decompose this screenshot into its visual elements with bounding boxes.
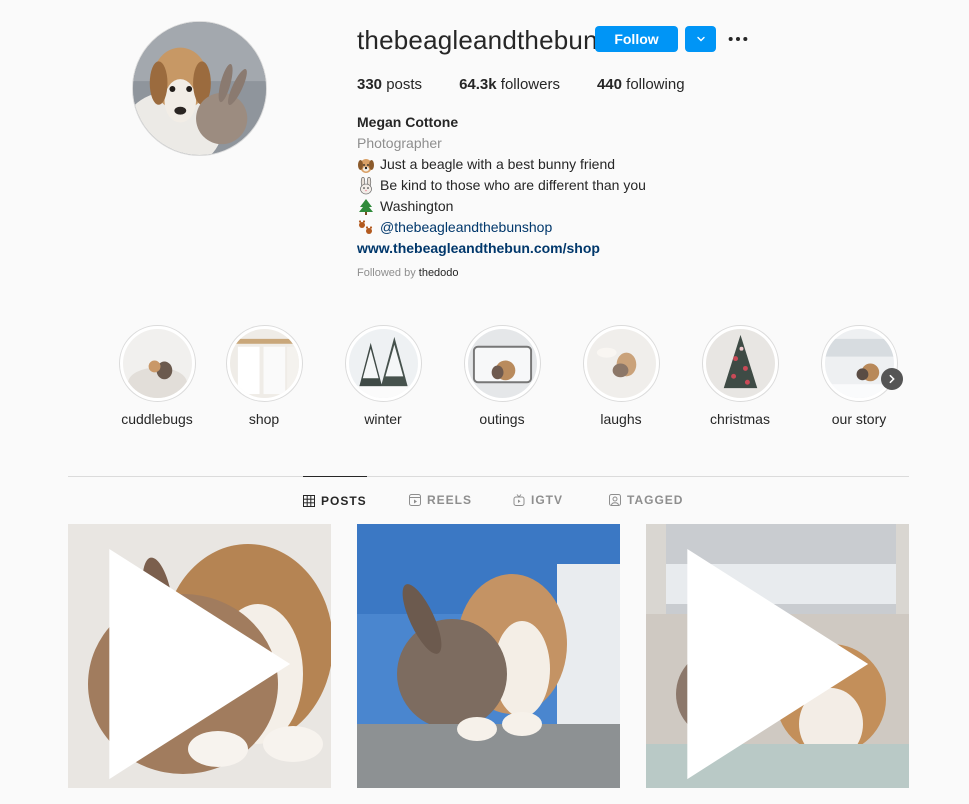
highlight-ring [344, 325, 422, 402]
highlight-cover [467, 329, 537, 398]
followers-value: 64.3k [459, 76, 497, 93]
highlight-ring [225, 325, 303, 402]
highlight-winter[interactable]: winter [333, 325, 433, 427]
chevron-right-icon [889, 374, 895, 384]
following-label: following [622, 76, 685, 93]
highlight-cover [705, 329, 775, 398]
highlight-label: our story [831, 411, 887, 427]
highlight-label: shop [248, 411, 280, 427]
tab-label: POSTS [321, 493, 367, 508]
grid-icon [303, 494, 315, 507]
highlight-cover [348, 329, 418, 398]
profile-tabs: POSTS REELS IGTV TAGGED [68, 476, 909, 524]
tab-posts[interactable]: POSTS [303, 476, 367, 524]
tab-igtv[interactable]: IGTV [513, 476, 563, 524]
more-options-button[interactable] [724, 28, 752, 50]
highlight-ring [820, 325, 898, 402]
highlight-label: christmas [710, 411, 770, 427]
bio-line: Just a beagle with a best bunny friend [357, 154, 646, 175]
followed-by-user[interactable]: thedodo [419, 267, 459, 279]
highlight-label: cuddlebugs [121, 411, 193, 427]
avatar-photo [133, 22, 266, 155]
profile-stats: 330 posts 64.3k followers 440 following [357, 76, 722, 93]
followers-label: followers [496, 76, 560, 93]
highlight-outings[interactable]: outings [452, 325, 552, 427]
tab-label: TAGGED [627, 493, 684, 507]
highlight-cover [586, 329, 656, 398]
followers-link[interactable]: 64.3k followers [459, 76, 560, 93]
highlight-christmas[interactable]: christmas [690, 325, 790, 427]
highlight-cuddlebugs[interactable]: cuddlebugs [107, 325, 207, 427]
bio-line: @thebeagleandthebunshop [357, 217, 646, 238]
highlight-label: outings [479, 411, 525, 427]
tab-tagged[interactable]: TAGGED [609, 476, 683, 524]
igtv-icon [513, 494, 525, 506]
highlights-next-button[interactable] [881, 368, 903, 390]
tab-reels[interactable]: REELS [409, 476, 472, 524]
bio-line-text: Just a beagle with a best bunny friend [380, 156, 616, 172]
highlight-label: winter [364, 411, 402, 427]
post-thumbnail[interactable] [646, 524, 909, 788]
profile-username: thebeagleandthebun [357, 25, 598, 55]
posts-grid [68, 524, 909, 788]
post-thumbnail[interactable] [357, 524, 620, 788]
tab-label: REELS [427, 493, 473, 507]
follow-button[interactable]: Follow [595, 26, 678, 52]
suggested-dropdown-button[interactable] [685, 26, 716, 52]
highlight-ring [118, 325, 196, 402]
bio-line: Washington [357, 196, 646, 217]
following-value: 440 [596, 76, 622, 93]
rabbit-face-icon [360, 176, 372, 194]
highlight-cover [824, 329, 894, 398]
profile-bio: Megan Cottone Photographer Just a beagle… [357, 112, 646, 259]
followed-by-prefix: Followed by [357, 267, 419, 279]
bio-line-text: Be kind to those who are different than … [380, 177, 646, 193]
reel-indicator-icon [109, 548, 291, 780]
posts-label: posts [382, 76, 423, 93]
tab-label: IGTV [531, 493, 564, 507]
followed-by: Followed by thedodo [357, 267, 459, 279]
website-link[interactable]: www.thebeagleandthebun.com/shop [357, 238, 646, 259]
paw-prints-icon [358, 219, 373, 234]
highlight-shop[interactable]: shop [214, 325, 314, 427]
highlight-ring [463, 325, 541, 402]
post-thumbnail[interactable] [68, 524, 331, 788]
posts-count: 330 posts [357, 76, 422, 93]
story-highlights: cuddlebugs shop winter outings laughs ch… [107, 325, 907, 435]
following-link[interactable]: 440 following [597, 76, 685, 93]
dog-face-icon [358, 158, 374, 173]
chevron-down-icon [696, 36, 705, 42]
highlight-ring [582, 325, 660, 402]
posts-value: 330 [357, 76, 383, 93]
highlight-label: laughs [600, 411, 642, 427]
profile-avatar[interactable] [132, 21, 267, 156]
full-name: Megan Cottone [357, 114, 459, 130]
evergreen-tree-icon [359, 198, 373, 215]
ellipsis-icon [728, 36, 748, 42]
post-photo [357, 524, 620, 788]
shop-account-mention[interactable]: @thebeagleandthebunshop [380, 217, 552, 238]
bio-line-text: Washington [380, 198, 454, 214]
reel-indicator-icon [687, 548, 869, 780]
highlight-laughs[interactable]: laughs [571, 325, 671, 427]
tag-user-icon [609, 494, 621, 506]
profile-category: Photographer [357, 135, 442, 151]
highlight-cover [122, 329, 192, 398]
highlight-cover [229, 329, 299, 398]
highlight-ring [701, 325, 779, 402]
bio-line: Be kind to those who are different than … [357, 175, 646, 196]
reels-icon [409, 494, 421, 506]
